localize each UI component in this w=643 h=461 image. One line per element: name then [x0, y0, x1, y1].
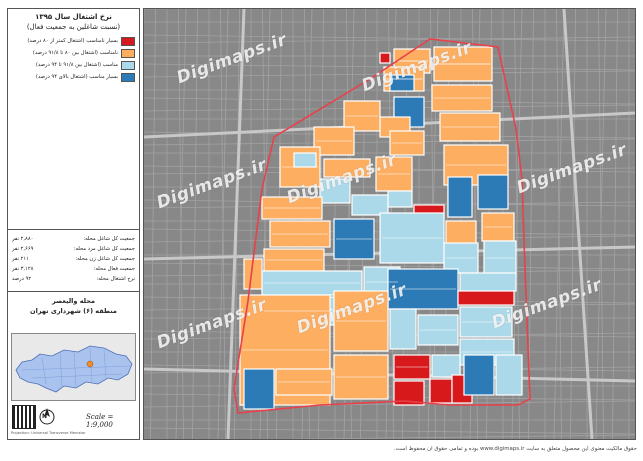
- area-name: محله والیعصر: [51, 297, 96, 305]
- map-block: [379, 52, 391, 64]
- map-block: [387, 190, 413, 208]
- legend-label: نامناسب (اشتغال بین ۸۰ تا ۹۱/۸ درصد): [32, 50, 118, 56]
- legend-swatch: [121, 72, 135, 82]
- stat-label: نرخ اشتغال محله:: [96, 276, 135, 282]
- map-sheet: نرخ اشتغال سال ۱۳۹۵ (نسبت شاغلین به جمعی…: [0, 0, 643, 461]
- north-label: N: [42, 413, 48, 420]
- stat-row: جمعیت فعال محله: ۳,۱۲۸ نفر: [12, 265, 135, 273]
- legend-panel: نرخ اشتغال سال ۱۳۹۵ (نسبت شاغلین به جمعی…: [7, 8, 140, 440]
- stat-value: ۳,۱۲۸ نفر: [12, 266, 34, 272]
- map-block: [293, 152, 317, 168]
- stat-label: جمعیت فعال محله:: [93, 266, 135, 272]
- stat-row: نرخ اشتغال محله: ۹۲ درصد: [12, 275, 135, 283]
- location-marker: [86, 360, 94, 368]
- map-title: نرخ اشتغال سال ۱۳۹۵: [35, 13, 112, 21]
- legend-item-good: مناسب (اشتغال بین ۹۱/۸ تا ۹۴ درصد): [12, 60, 135, 70]
- street-line: [144, 367, 635, 383]
- neighborhood-blocks: [239, 46, 523, 410]
- map-subtitle: (نسبت شاغلین به جمعیت فعال): [26, 23, 121, 31]
- map-block: [243, 368, 275, 410]
- map-block: [351, 194, 389, 216]
- stat-label: جمعیت کل شاغل مرد محله:: [73, 246, 135, 252]
- legend-item-very-good: بسیار مناسب (اشتغال بالای ۹۴ درصد): [12, 72, 135, 82]
- stat-value: ۹۲ درصد: [12, 276, 32, 282]
- street-line: [570, 9, 576, 439]
- map-block: [447, 176, 473, 218]
- stat-label: جمعیت کل شاغل زن محله:: [75, 256, 135, 262]
- street-line: [150, 9, 156, 439]
- map-block: [431, 354, 461, 378]
- street-line: [553, 9, 565, 439]
- stat-row: جمعیت کل شاغل زن محله: ۲۱۱ نفر: [12, 255, 135, 263]
- legend-label: بسیار مناسب (اشتغال بالای ۹۴ درصد): [35, 74, 118, 80]
- legend-label: مناسب (اشتغال بین ۹۱/۸ تا ۹۴ درصد): [35, 62, 118, 68]
- stat-row: جمعیت کل شاغل مرد محله: ۲,۶۶۹ نفر: [12, 245, 135, 253]
- district-name: منطقه (۶) شهرداری تهران: [30, 307, 117, 315]
- street-line: [562, 9, 594, 439]
- legend-swatch: [121, 60, 135, 70]
- map-block: [457, 290, 515, 306]
- location-inset-map: [11, 333, 136, 401]
- footer-copyright: حقوق مالکیت معنوی این محصول متعلق به سای…: [393, 446, 637, 452]
- map-block: [389, 308, 417, 350]
- map-block: [429, 378, 453, 404]
- legend-swatch: [121, 48, 135, 58]
- stat-value: ۲,۶۶۹ نفر: [12, 246, 34, 252]
- qr-code-icon: [12, 405, 36, 429]
- divider: [8, 291, 139, 292]
- legend-swatch: [121, 36, 135, 46]
- main-map[interactable]: Digimaps.ir Digimaps.ir Digimaps.ir Digi…: [143, 8, 636, 440]
- legend-item-very-poor: بسیار نامناسب (اشتغال کمتر از ۸۰ درصد): [12, 36, 135, 46]
- street-line: [612, 9, 618, 439]
- map-block: [495, 354, 523, 396]
- map-block: [477, 174, 509, 210]
- map-block: [459, 272, 517, 292]
- legend-label: بسیار نامناسب (اشتغال کمتر از ۸۰ درصد): [27, 38, 118, 44]
- legend-item-poor: نامناسب (اشتغال بین ۸۰ تا ۹۱/۸ درصد): [12, 48, 135, 58]
- projection-credit: Projection: Universal Transverse Mercato…: [11, 431, 86, 435]
- stat-label: جمعیت کل شاغل محله:: [83, 236, 135, 242]
- tehran-outline: [15, 345, 133, 393]
- divider: [8, 229, 139, 230]
- stat-row: جمعیت کل شاغل محله: ۲,۸۸۰ نفر: [12, 235, 135, 243]
- street-line: [595, 9, 607, 439]
- map-block: [463, 354, 495, 396]
- scale-label: Scale = 1:9,000: [86, 413, 114, 429]
- stat-value: ۲,۸۸۰ نفر: [12, 236, 34, 242]
- stat-value: ۲۱۱ نفر: [12, 256, 29, 262]
